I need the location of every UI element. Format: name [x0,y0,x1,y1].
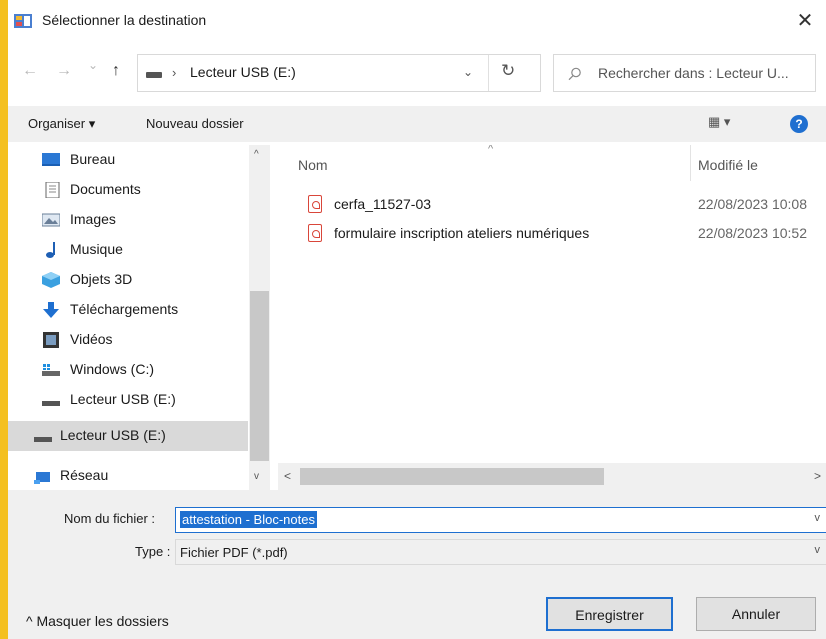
desktop-icon [42,153,60,166]
sidebar-scrollbar[interactable]: ^ v [249,145,270,490]
new-folder-button[interactable]: Nouveau dossier [146,116,244,131]
chevron-up-icon[interactable]: ^ [254,149,259,160]
address-bar[interactable]: › Lecteur USB (E:) ⌄ ↻ [137,54,541,92]
file-type-value: Fichier PDF (*.pdf) [180,545,288,560]
title-bar: Sélectionner la destination ✕ [8,0,826,40]
scrollbar-thumb[interactable] [250,291,269,461]
hide-folders-toggle[interactable]: ^ Masquer les dossiers [26,613,169,629]
sort-indicator-icon: ^ [488,145,494,155]
sidebar-item-documents[interactable]: Documents [8,175,248,205]
chevron-down-icon[interactable]: v [254,471,259,482]
chevron-down-icon[interactable]: v [815,544,821,556]
pdf-file-icon [308,195,322,213]
refresh-icon[interactable]: ↻ [501,61,515,81]
save-form: Nom du fichier : attestation - Bloc-note… [8,490,826,639]
videos-icon [43,332,59,348]
sidebar-item-objets-3d[interactable]: Objets 3D [8,265,248,295]
pdf-file-icon [308,224,322,242]
sidebar-item-label: Bureau [70,151,116,167]
window-title: Sélectionner la destination [42,12,207,28]
column-header-name[interactable]: Nom [298,157,328,173]
help-icon[interactable]: ? [790,115,808,133]
images-icon [42,213,60,227]
sidebar-item-label: Windows (C:) [70,361,155,377]
file-name: formulaire inscription ateliers numériqu… [334,225,590,241]
recent-locations-icon[interactable]: ⌄ [88,58,98,72]
divider [488,55,489,91]
drive-icon [146,72,162,78]
sidebar-item-windows-c[interactable]: Windows (C:) [8,355,248,385]
chevron-left-icon[interactable]: < [284,469,291,483]
sidebar-item-usb-e-root[interactable]: Lecteur USB (E:) [8,421,248,451]
sidebar-item-label: Vidéos [70,331,113,347]
file-modified-date: 22/08/2023 10:08 [698,196,807,212]
forward-arrow-icon[interactable]: → [56,62,72,80]
column-divider[interactable] [690,145,691,181]
sidebar-item-usb-e[interactable]: Lecteur USB (E:) [8,385,248,415]
search-placeholder: Rechercher dans : Lecteur U... [598,65,789,81]
3d-objects-icon [42,272,60,288]
drive-c-icon [42,364,60,376]
usb-drive-icon [42,401,60,406]
downloads-icon [43,302,59,318]
chevron-right-icon[interactable]: > [814,469,821,483]
sidebar-item-label: Lecteur USB (E:) [70,391,176,407]
navigation-bar: ← → ⌄ ↑ › Lecteur USB (E:) ⌄ ↻ Recherche… [8,52,826,94]
sidebar-item-reseau[interactable]: Réseau [8,461,248,490]
command-bar: Organiser ▾ Nouveau dossier ▦ ▾ ? [8,106,826,142]
scrollbar-thumb[interactable] [300,468,604,485]
music-icon [46,242,55,258]
back-arrow-icon[interactable]: ← [22,62,38,80]
sidebar-item-images[interactable]: Images [8,205,248,235]
sidebar-item-label: Objets 3D [70,271,133,287]
type-label: Type : [135,544,171,559]
sidebar-item-label: Téléchargements [70,301,179,317]
sidebar-item-label: Documents [70,181,141,197]
app-icon [14,14,32,28]
save-button[interactable]: Enregistrer [546,597,673,631]
sidebar-item-telechargements[interactable]: Téléchargements [8,295,248,325]
path-separator: › [172,65,177,80]
usb-drive-icon [34,437,52,442]
up-arrow-icon[interactable]: ↑ [112,62,120,80]
file-list-horizontal-scrollbar[interactable]: < > [278,463,826,490]
view-options-icon[interactable]: ▦ ▾ [708,114,730,130]
save-dialog: Sélectionner la destination ✕ ← → ⌄ ↑ › … [8,0,826,639]
search-input[interactable]: Rechercher dans : Lecteur U... [553,54,816,92]
sidebar-item-musique[interactable]: Musique [8,235,248,265]
file-modified-date: 22/08/2023 10:52 [698,225,807,241]
file-list: Nom ^ Modifié le cerfa_11527-03 22/08/20… [278,145,826,463]
file-row[interactable]: cerfa_11527-03 22/08/2023 10:08 [298,191,826,219]
search-icon [568,67,581,81]
network-icon [34,472,50,484]
sidebar-item-label: Réseau [60,467,109,483]
chevron-down-icon[interactable]: v [815,512,821,524]
sidebar-item-label: Images [70,211,116,227]
organize-button[interactable]: Organiser ▾ [28,116,95,132]
filename-label: Nom du fichier : [64,511,156,526]
filename-input[interactable]: attestation - Bloc-notes v [175,507,826,533]
file-row[interactable]: formulaire inscription ateliers numériqu… [298,220,826,248]
navigation-pane: Bureau Documents Images Musique Objets 3… [8,145,270,490]
documents-icon [45,182,60,198]
sidebar-item-label: Lecteur USB (E:) [60,427,166,443]
close-icon[interactable]: ✕ [794,8,816,33]
filename-selected-text: attestation - Bloc-notes [180,511,317,528]
chevron-down-icon[interactable]: ⌄ [463,65,473,79]
sidebar-item-bureau[interactable]: Bureau [8,145,248,175]
sidebar-item-videos[interactable]: Vidéos [8,325,248,355]
file-name: cerfa_11527-03 [334,196,432,212]
path-segment[interactable]: Lecteur USB (E:) [190,64,296,80]
column-header-modified[interactable]: Modifié le [698,157,758,173]
cancel-button[interactable]: Annuler [696,597,816,631]
sidebar-item-label: Musique [70,241,123,257]
file-type-select[interactable]: Fichier PDF (*.pdf) v [175,539,826,565]
